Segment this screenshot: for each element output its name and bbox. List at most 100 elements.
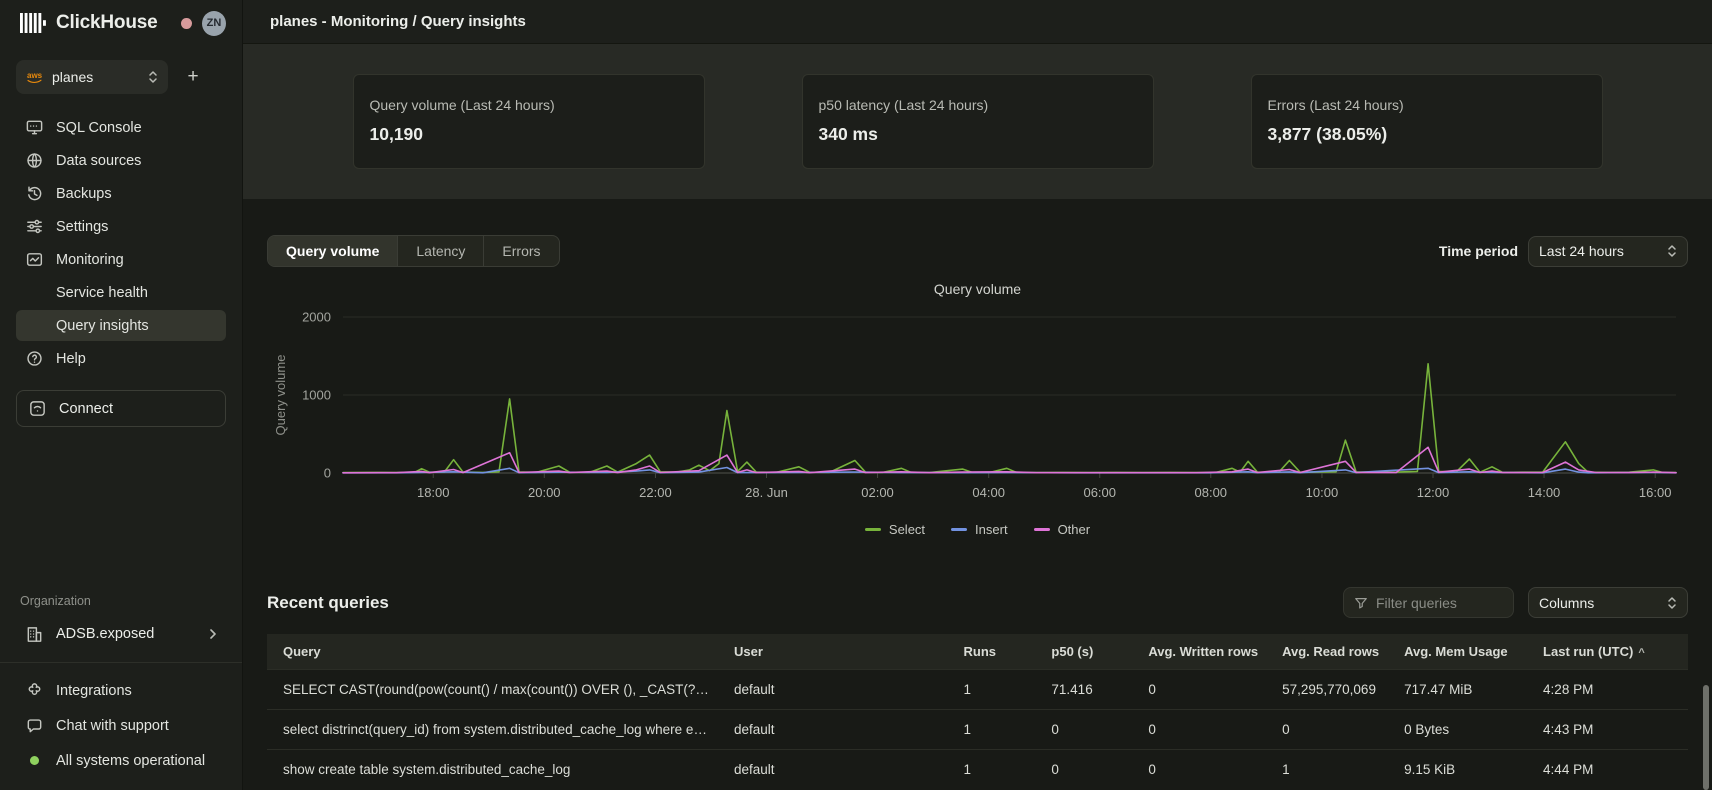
- legend-item-select[interactable]: Select: [865, 522, 925, 537]
- table-cell: 57,295,770,069: [1270, 670, 1392, 710]
- sidebar-item-chat-support[interactable]: Chat with support: [16, 710, 226, 741]
- connect-button[interactable]: Connect: [16, 390, 226, 427]
- legend-label: Select: [889, 522, 925, 537]
- recent-queries-table: QueryUserRunsp50 (s)Avg. Written rowsAvg…: [267, 634, 1688, 789]
- recent-queries-header: Recent queries Columns: [267, 587, 1688, 618]
- main-area: planes - Monitoring / Query insights Que…: [243, 0, 1712, 790]
- aws-icon: aws: [26, 70, 43, 84]
- legend-swatch-icon: [1034, 528, 1050, 531]
- table-cell: 717.47 MiB: [1392, 670, 1531, 710]
- sidebar-item-label: Monitoring: [56, 252, 124, 268]
- table-cell: 4:43 PM: [1531, 710, 1688, 750]
- sidebar-item-label: Service health: [56, 285, 148, 301]
- backups-icon: [25, 184, 44, 203]
- sidebar-item-backups[interactable]: Backups: [16, 178, 226, 209]
- sidebar-item-service-health[interactable]: Service health: [16, 277, 226, 308]
- table-row[interactable]: SELECT CAST(round(pow(count() / max(coun…: [267, 670, 1688, 710]
- legend-item-insert[interactable]: Insert: [951, 522, 1008, 537]
- column-header[interactable]: Query: [267, 634, 722, 670]
- table-row[interactable]: select distrinct(query_id) from system.d…: [267, 710, 1688, 750]
- integrations-icon: [25, 681, 44, 700]
- table-cell: 0 Bytes: [1392, 710, 1531, 750]
- sidebar-item-label: All systems operational: [56, 753, 205, 769]
- service-row: aws planes +: [16, 60, 226, 94]
- table-cell: 1: [952, 670, 1040, 710]
- filter-queries-box[interactable]: [1343, 587, 1514, 618]
- svg-text:2000: 2000: [302, 310, 331, 325]
- tab-latency[interactable]: Latency: [398, 236, 484, 266]
- sort-asc-icon: ^: [1638, 647, 1644, 659]
- chart-title: Query volume: [267, 281, 1688, 297]
- service-selector[interactable]: aws planes: [16, 60, 168, 94]
- column-header[interactable]: Last run (UTC)^: [1531, 634, 1688, 670]
- svg-text:aws: aws: [27, 71, 43, 80]
- sidebar-item-data-sources[interactable]: Data sources: [16, 145, 226, 176]
- svg-text:02:00: 02:00: [861, 485, 894, 500]
- sidebar-item-label: Settings: [56, 219, 108, 235]
- sidebar-nav: SQL Console Data sources Backups: [16, 112, 226, 374]
- column-header[interactable]: Avg. Read rows: [1270, 634, 1392, 670]
- stat-label: Query volume (Last 24 hours): [370, 97, 688, 113]
- chevron-updown-icon: [1667, 596, 1677, 610]
- stat-value: 340 ms: [819, 124, 1137, 145]
- table-cell: 0: [1136, 710, 1270, 750]
- table-cell: default: [722, 750, 952, 790]
- sidebar-item-system-status[interactable]: All systems operational: [16, 745, 226, 776]
- table-cell: default: [722, 710, 952, 750]
- svg-text:08:00: 08:00: [1195, 485, 1228, 500]
- sidebar-item-label: Query insights: [56, 318, 149, 334]
- svg-text:22:00: 22:00: [639, 485, 672, 500]
- notification-dot-icon[interactable]: [181, 18, 192, 29]
- add-service-button[interactable]: +: [178, 62, 208, 92]
- app-window: ClickHouse ZN aws planes +: [0, 0, 1712, 790]
- table-row[interactable]: show create table system.distributed_cac…: [267, 750, 1688, 790]
- sidebar-item-sql-console[interactable]: SQL Console: [16, 112, 226, 143]
- stat-value: 3,877 (38.05%): [1268, 124, 1586, 145]
- column-header[interactable]: Runs: [952, 634, 1040, 670]
- sidebar-item-label: Data sources: [56, 153, 141, 169]
- filter-queries-input[interactable]: [1376, 595, 1491, 611]
- svg-text:14:00: 14:00: [1528, 485, 1561, 500]
- query-volume-chart: 01000200018:0020:0022:0028. Jun02:0004:0…: [267, 301, 1688, 511]
- columns-select-label: Columns: [1539, 595, 1594, 611]
- column-header[interactable]: Avg. Written rows: [1136, 634, 1270, 670]
- sidebar-item-help[interactable]: Help: [16, 343, 226, 374]
- sidebar-divider: [0, 662, 242, 663]
- legend-item-other[interactable]: Other: [1034, 522, 1091, 537]
- sidebar-item-label: SQL Console: [56, 120, 142, 136]
- table-cell: 4:28 PM: [1531, 670, 1688, 710]
- status-ok-dot-icon: [25, 751, 44, 770]
- sidebar-spacer: [16, 427, 226, 594]
- tab-query-volume[interactable]: Query volume: [268, 236, 398, 266]
- sidebar-item-query-insights[interactable]: Query insights: [16, 310, 226, 341]
- chevron-right-icon: [209, 628, 217, 640]
- service-selector-value: planes: [52, 69, 93, 85]
- sidebar-item-integrations[interactable]: Integrations: [16, 675, 226, 706]
- organization-building-icon: [25, 625, 44, 644]
- stat-value: 10,190: [370, 124, 688, 145]
- recent-queries-tbody: SELECT CAST(round(pow(count() / max(coun…: [267, 670, 1688, 790]
- svg-text:28. Jun: 28. Jun: [745, 485, 788, 500]
- time-period-control: Time period Last 24 hours: [1439, 236, 1688, 267]
- table-cell: 0: [1039, 750, 1136, 790]
- table-cell: 1: [952, 750, 1040, 790]
- legend-label: Insert: [975, 522, 1008, 537]
- organization-item[interactable]: ADSB.exposed: [16, 618, 226, 650]
- column-header[interactable]: User: [722, 634, 952, 670]
- organization-name: ADSB.exposed: [56, 626, 154, 642]
- table-cell: 4:44 PM: [1531, 750, 1688, 790]
- column-header[interactable]: p50 (s): [1039, 634, 1136, 670]
- chart-toolbar: Query volume Latency Errors Time period …: [267, 235, 1688, 267]
- svg-text:06:00: 06:00: [1083, 485, 1116, 500]
- sidebar-item-settings[interactable]: Settings: [16, 211, 226, 242]
- user-avatar[interactable]: ZN: [202, 11, 226, 36]
- sidebar-item-monitoring[interactable]: Monitoring: [16, 244, 226, 275]
- time-period-label: Time period: [1439, 243, 1518, 259]
- column-header[interactable]: Avg. Mem Usage: [1392, 634, 1531, 670]
- scrollbar-thumb[interactable]: [1703, 685, 1709, 790]
- time-period-select[interactable]: Last 24 hours: [1528, 236, 1688, 267]
- tab-errors[interactable]: Errors: [484, 236, 558, 266]
- columns-select[interactable]: Columns: [1528, 587, 1688, 618]
- content: Query volume Latency Errors Time period …: [243, 199, 1712, 790]
- table-cell: 9.15 KiB: [1392, 750, 1531, 790]
